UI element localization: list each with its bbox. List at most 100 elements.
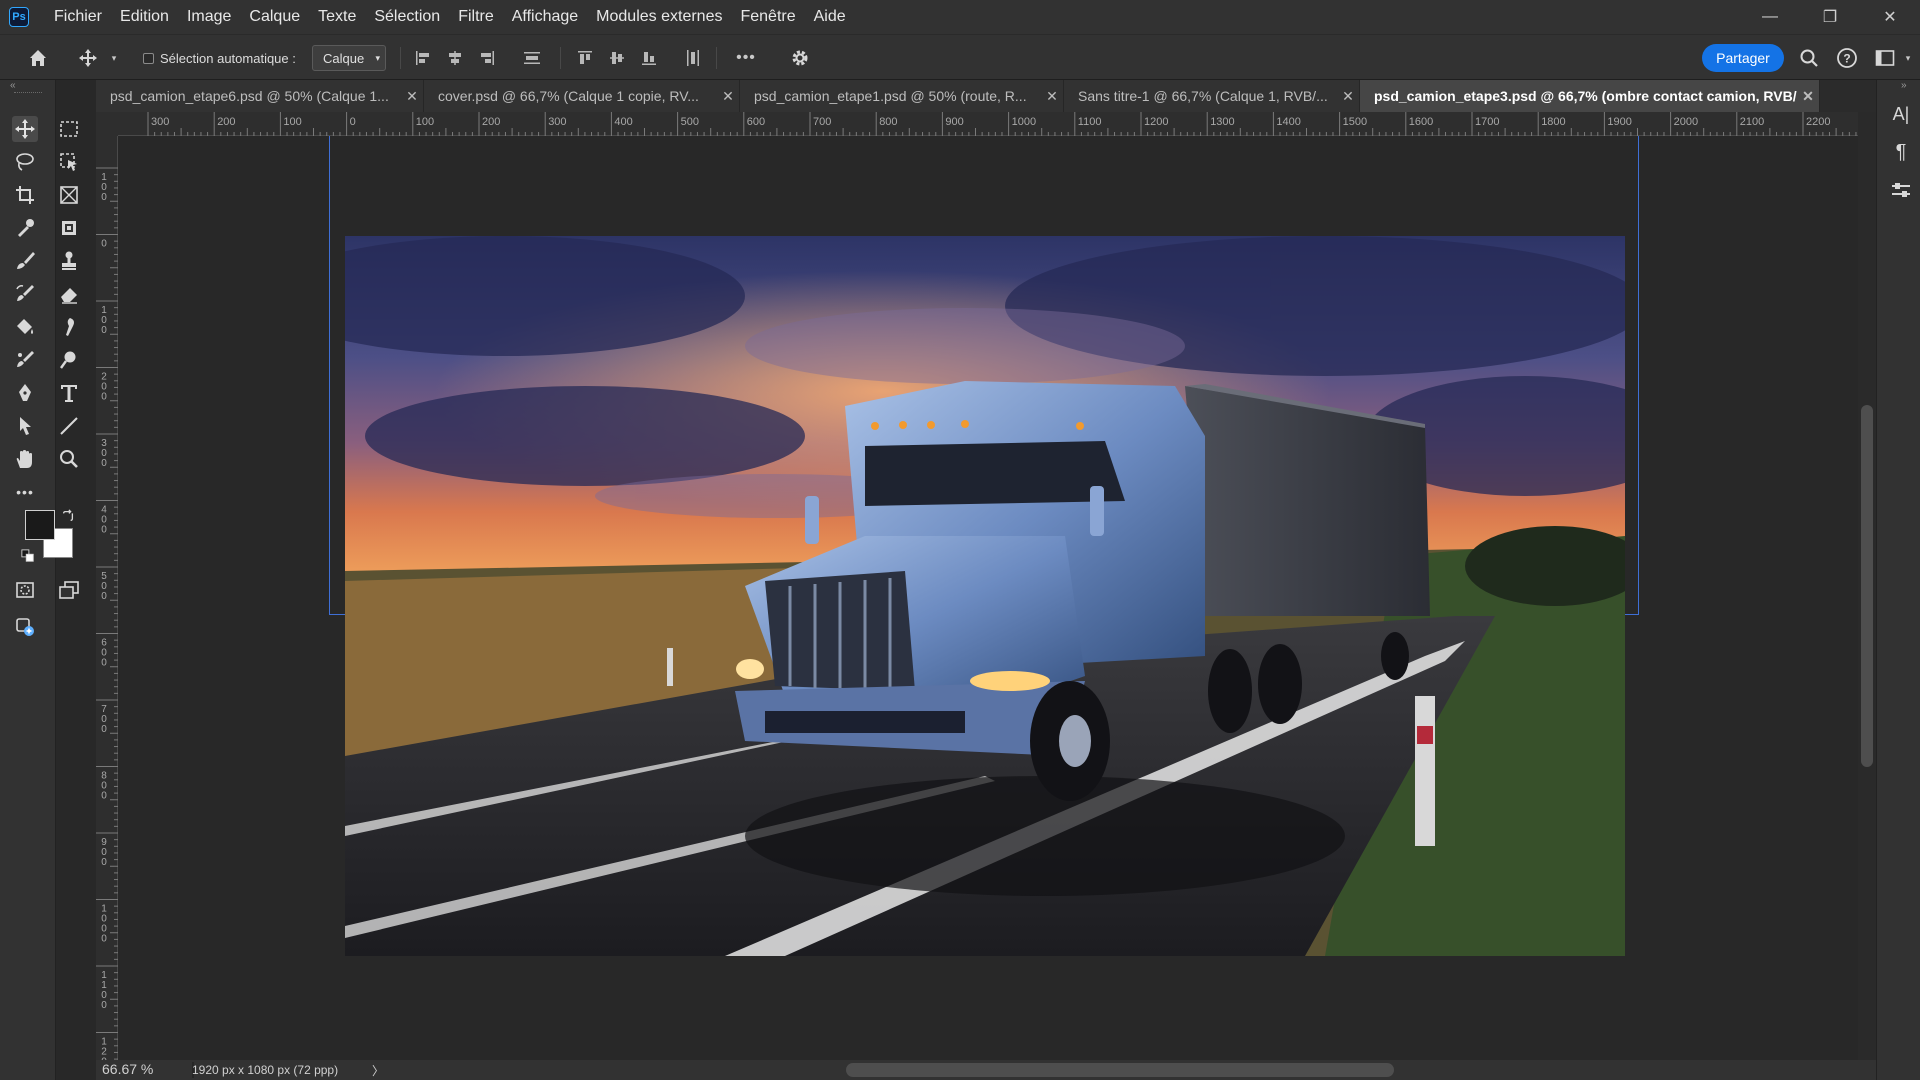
close-icon[interactable]: ✕: [1041, 88, 1063, 105]
path-selection-icon[interactable]: [12, 413, 38, 439]
menu-edition[interactable]: Edition: [111, 0, 178, 34]
collapse-toolbar-icon[interactable]: «: [10, 80, 16, 91]
adjustments-panel-icon[interactable]: [1889, 178, 1913, 202]
eraser-tool-icon[interactable]: [56, 281, 82, 307]
menu-aide[interactable]: Aide: [805, 0, 855, 34]
brush-tool-icon[interactable]: [12, 248, 38, 274]
status-menu-arrow[interactable]: 〉: [372, 1062, 384, 1079]
tab-psd-camion-etape3[interactable]: psd_camion_etape3.psd @ 66,7% (ombre con…: [1360, 80, 1820, 112]
default-colors-icon[interactable]: [20, 548, 36, 564]
menu-fichier[interactable]: Fichier: [45, 0, 111, 34]
distribute-horizontal-icon[interactable]: [682, 35, 704, 81]
ruler-label: 1900: [1607, 116, 1631, 128]
align-bottom-icon[interactable]: [638, 35, 660, 81]
document-tabs: psd_camion_etape6.psd @ 50% (Calque 1...…: [96, 80, 1876, 112]
quick-mask-icon[interactable]: [12, 577, 38, 603]
layer-select[interactable]: Calque ▾: [312, 45, 386, 71]
tab-cover[interactable]: cover.psd @ 66,7% (Calque 1 copie, RV...…: [424, 80, 740, 112]
paint-bucket-icon[interactable]: [12, 314, 38, 340]
edit-toolbar-icon[interactable]: •••: [12, 479, 38, 505]
close-button[interactable]: ✕: [1860, 0, 1920, 34]
ruler-label: 1200: [1144, 116, 1168, 128]
menu-modules-externes[interactable]: Modules externes: [587, 0, 731, 34]
ruler-label: 2200: [1806, 116, 1830, 128]
vertical-scrollbar-thumb[interactable]: [1861, 405, 1873, 767]
type-tool-icon[interactable]: [56, 380, 82, 406]
help-icon[interactable]: ?: [1834, 35, 1860, 81]
auto-select-checkbox-wrap[interactable]: [142, 35, 154, 81]
zoom-tool-icon[interactable]: [56, 446, 82, 472]
align-left-icon[interactable]: [412, 35, 434, 81]
close-icon[interactable]: ✕: [401, 88, 423, 105]
history-brush-icon[interactable]: [12, 281, 38, 307]
tab-psd-camion-etape1[interactable]: psd_camion_etape1.psd @ 50% (route, R...…: [740, 80, 1064, 112]
menu-texte[interactable]: Texte: [309, 0, 365, 34]
pen-tool-icon[interactable]: [12, 380, 38, 406]
menu-affichage[interactable]: Affichage: [503, 0, 587, 34]
crop-tool-icon[interactable]: [12, 182, 38, 208]
gear-icon[interactable]: [788, 35, 812, 81]
lasso-tool-icon[interactable]: [12, 149, 38, 175]
tab-psd-camion-etape6[interactable]: psd_camion_etape6.psd @ 50% (Calque 1...…: [96, 80, 424, 112]
rectangular-marquee-icon[interactable]: [56, 116, 82, 142]
auto-select-checkbox[interactable]: [142, 52, 154, 64]
align-vertical-center-icon[interactable]: [606, 35, 628, 81]
move-tool-icon[interactable]: [12, 116, 38, 142]
object-selection-icon[interactable]: [56, 149, 82, 175]
close-icon[interactable]: ✕: [1337, 88, 1359, 105]
zoom-level[interactable]: 66.67 %: [102, 1061, 153, 1077]
ruler-origin[interactable]: [96, 112, 118, 136]
frame-tool-icon[interactable]: [56, 182, 82, 208]
foreground-color-swatch[interactable]: [25, 510, 55, 540]
line-tool-icon[interactable]: [56, 413, 82, 439]
generative-tool-icon[interactable]: [56, 215, 82, 241]
document-canvas[interactable]: [345, 236, 1625, 956]
ruler-label: 900: [945, 116, 963, 128]
menu-selection[interactable]: Sélection: [365, 0, 449, 34]
smudge-tool-icon[interactable]: [56, 314, 82, 340]
vertical-ruler[interactable]: 1000100200300400500600700800900100011001…: [96, 136, 118, 1060]
more-options-icon[interactable]: •••: [732, 35, 760, 81]
restore-button[interactable]: ❐: [1800, 0, 1860, 34]
ruler-label: 0: [101, 1000, 107, 1011]
horizontal-ruler[interactable]: 300 200 100 0 100 200 300 400 500 600 700 800 900 100…: [118, 112, 1858, 136]
search-icon[interactable]: [1796, 35, 1822, 81]
chevron-down-icon[interactable]: ▾: [108, 35, 120, 81]
ruler-label: 1000: [1012, 116, 1036, 128]
menu-image[interactable]: Image: [178, 0, 240, 34]
menu-fenetre[interactable]: Fenêtre: [731, 0, 804, 34]
ruler-label: 1100: [1078, 116, 1102, 128]
generative-ai-icon[interactable]: [12, 614, 38, 640]
menu-calque[interactable]: Calque: [240, 0, 309, 34]
clone-stamp-icon[interactable]: [56, 248, 82, 274]
move-tool-preset-icon[interactable]: [76, 35, 100, 81]
ruler-label: 0: [101, 724, 107, 735]
hand-tool-icon[interactable]: [12, 446, 38, 472]
screen-mode-icon[interactable]: [56, 577, 82, 603]
separator: [716, 47, 717, 69]
ruler-label: 100: [283, 116, 301, 128]
tab-sans-titre-1[interactable]: Sans titre-1 @ 66,7% (Calque 1, RVB/... …: [1064, 80, 1360, 112]
chevron-down-icon[interactable]: ▾: [1902, 35, 1914, 81]
color-replacement-icon[interactable]: [12, 347, 38, 373]
align-horizontal-center-icon[interactable]: [444, 35, 466, 81]
swap-colors-icon[interactable]: [60, 508, 76, 524]
eyedropper-icon[interactable]: [12, 215, 38, 241]
paragraph-panel-icon[interactable]: ¶: [1889, 140, 1913, 164]
workspace-icon[interactable]: [1872, 35, 1898, 81]
home-icon[interactable]: [24, 35, 52, 81]
dodge-tool-icon[interactable]: [56, 347, 82, 373]
horizontal-scrollbar-thumb[interactable]: [846, 1063, 1394, 1077]
close-icon[interactable]: ✕: [1797, 88, 1819, 105]
ruler-label: 0: [101, 525, 107, 536]
close-icon[interactable]: ✕: [717, 88, 739, 105]
share-button[interactable]: Partager: [1702, 44, 1784, 72]
align-right-icon[interactable]: [476, 35, 498, 81]
align-top-icon[interactable]: [574, 35, 596, 81]
photoshop-logo[interactable]: Ps: [9, 7, 29, 27]
distribute-vertical-icon[interactable]: [520, 35, 544, 81]
menu-filtre[interactable]: Filtre: [449, 0, 503, 34]
character-panel-icon[interactable]: A|: [1889, 102, 1913, 126]
minimize-button[interactable]: —: [1740, 0, 1800, 34]
collapse-panels-icon[interactable]: »: [1901, 80, 1907, 91]
